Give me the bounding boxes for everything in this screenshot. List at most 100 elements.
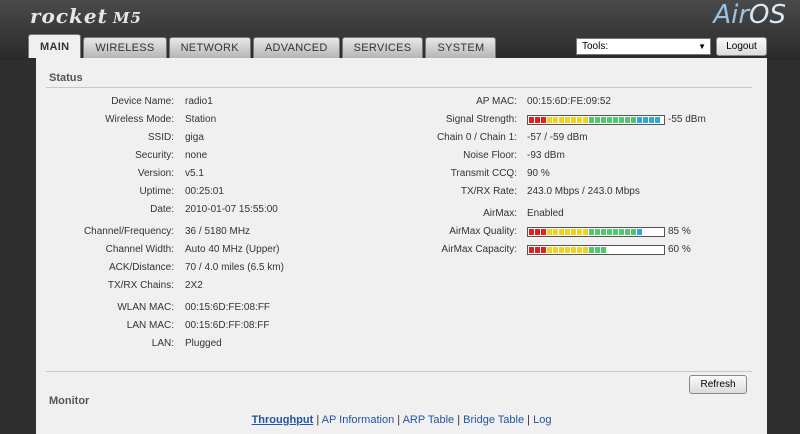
bar-segment: [553, 117, 558, 123]
bar-segment: [625, 229, 630, 235]
bar-segment: [619, 117, 624, 123]
bar-segment: [643, 117, 648, 123]
bar-segment: [637, 117, 642, 123]
bar-segment: [529, 117, 534, 123]
monitor-title: Monitor: [49, 395, 90, 407]
bar-segment: [547, 247, 552, 253]
bar-segment: [631, 229, 636, 235]
status-value: 00:15:6D:FE:08:FF: [185, 302, 271, 313]
bar-segment: [607, 229, 612, 235]
status-label: AirMax Quality:: [449, 226, 517, 237]
status-label: TX/RX Chains:: [107, 280, 174, 291]
bar-segment: [529, 247, 534, 253]
status-value: 2X2: [185, 280, 203, 291]
chevron-down-icon: ▼: [698, 42, 706, 51]
link-separator: |: [316, 414, 320, 426]
status-value: -93 dBm: [527, 150, 565, 161]
status-label: Channel Width:: [105, 244, 174, 255]
bar-segment: [565, 117, 570, 123]
status-value: 243.0 Mbps / 243.0 Mbps: [527, 186, 640, 197]
bar-segment: [637, 229, 642, 235]
tab-advanced[interactable]: ADVANCED: [252, 37, 340, 58]
status-label: Version:: [137, 168, 174, 179]
monitor-divider: [46, 371, 752, 372]
tab-wireless[interactable]: WIRELESS: [83, 37, 167, 58]
refresh-button[interactable]: Refresh: [689, 375, 747, 394]
link-bridge-table[interactable]: Bridge Table: [463, 414, 524, 426]
status-label: Signal Strength:: [445, 114, 517, 125]
link-ap-information[interactable]: AP Information: [322, 414, 395, 426]
bar-segment: [577, 117, 582, 123]
bar-segment: [589, 117, 594, 123]
bar-segment: [589, 247, 594, 253]
bar-segment: [595, 247, 600, 253]
status-label: Noise Floor:: [463, 150, 517, 161]
link-arp-table[interactable]: ARP Table: [403, 414, 455, 426]
link-log[interactable]: Log: [533, 414, 551, 426]
bar-segment: [613, 117, 618, 123]
status-label: AirMax:: [483, 208, 517, 219]
bar-segment: [625, 117, 630, 123]
bar-segment: [559, 117, 564, 123]
status-value: 85 %: [668, 226, 691, 237]
status-value: 60 %: [668, 244, 691, 255]
airos-logo: AirOS: [713, 0, 786, 30]
status-divider: [46, 87, 752, 88]
bar-segment: [535, 117, 540, 123]
bar-segment: [553, 229, 558, 235]
status-label: Device Name:: [111, 96, 174, 107]
link-separator: |: [397, 414, 401, 426]
bar-segment: [571, 117, 576, 123]
bar-segment: [559, 229, 564, 235]
bar-segment: [541, 247, 546, 253]
bar-segment: [649, 117, 654, 123]
bar-segment: [619, 229, 624, 235]
bar-segment: [601, 229, 606, 235]
status-value: 00:15:6D:FF:08:FF: [185, 320, 270, 331]
status-bar-quality: [527, 227, 665, 237]
status-value: v5.1: [185, 168, 204, 179]
tab-services[interactable]: SERVICES: [341, 37, 424, 58]
status-bar-signal: [527, 115, 665, 125]
link-throughput[interactable]: Throughput: [252, 414, 314, 426]
status-value: -55 dBm: [668, 114, 706, 125]
product-logo: rocket M5: [30, 4, 142, 28]
bar-segment: [529, 229, 534, 235]
bar-segment: [577, 229, 582, 235]
status-label: SSID:: [147, 132, 174, 143]
bar-segment: [631, 117, 636, 123]
status-value: 90 %: [527, 168, 550, 179]
status-label: ACK/Distance:: [108, 262, 174, 273]
main-panel: Status Device Name: radio1 Wireless Mode: S…: [36, 58, 767, 434]
status-label: LAN MAC:: [126, 320, 174, 331]
bar-segment: [601, 117, 606, 123]
status-bar-capacity: [527, 245, 665, 255]
bar-segment: [577, 247, 582, 253]
status-label: AirMax Capacity:: [441, 244, 517, 255]
status-label: Date:: [150, 204, 174, 215]
tab-network[interactable]: NETWORK: [168, 37, 251, 58]
logout-button[interactable]: Logout: [716, 37, 767, 56]
status-label: Transmit CCQ:: [450, 168, 517, 179]
status-value: Enabled: [527, 208, 564, 219]
status-value: 00:15:6D:FE:09:52: [527, 96, 611, 107]
bar-segment: [547, 117, 552, 123]
status-value: radio1: [185, 96, 213, 107]
status-value: -57 / -59 dBm: [527, 132, 588, 143]
tab-main[interactable]: MAIN: [28, 34, 82, 58]
main-tabs: MAIN WIRELESS NETWORK ADVANCED SERVICES …: [28, 34, 498, 58]
bar-segment: [655, 117, 660, 123]
bar-segment: [613, 229, 618, 235]
bar-segment: [547, 229, 552, 235]
bar-segment: [583, 229, 588, 235]
status-value: 36 / 5180 MHz: [185, 226, 251, 237]
bar-segment: [595, 229, 600, 235]
bar-segment: [571, 229, 576, 235]
status-value: Plugged: [185, 338, 222, 349]
bar-segment: [595, 117, 600, 123]
tab-system[interactable]: SYSTEM: [425, 37, 497, 58]
bar-segment: [535, 229, 540, 235]
status-value: 70 / 4.0 miles (6.5 km): [185, 262, 284, 273]
status-label: LAN:: [151, 338, 174, 349]
tools-select[interactable]: Tools: ▼: [576, 38, 711, 55]
